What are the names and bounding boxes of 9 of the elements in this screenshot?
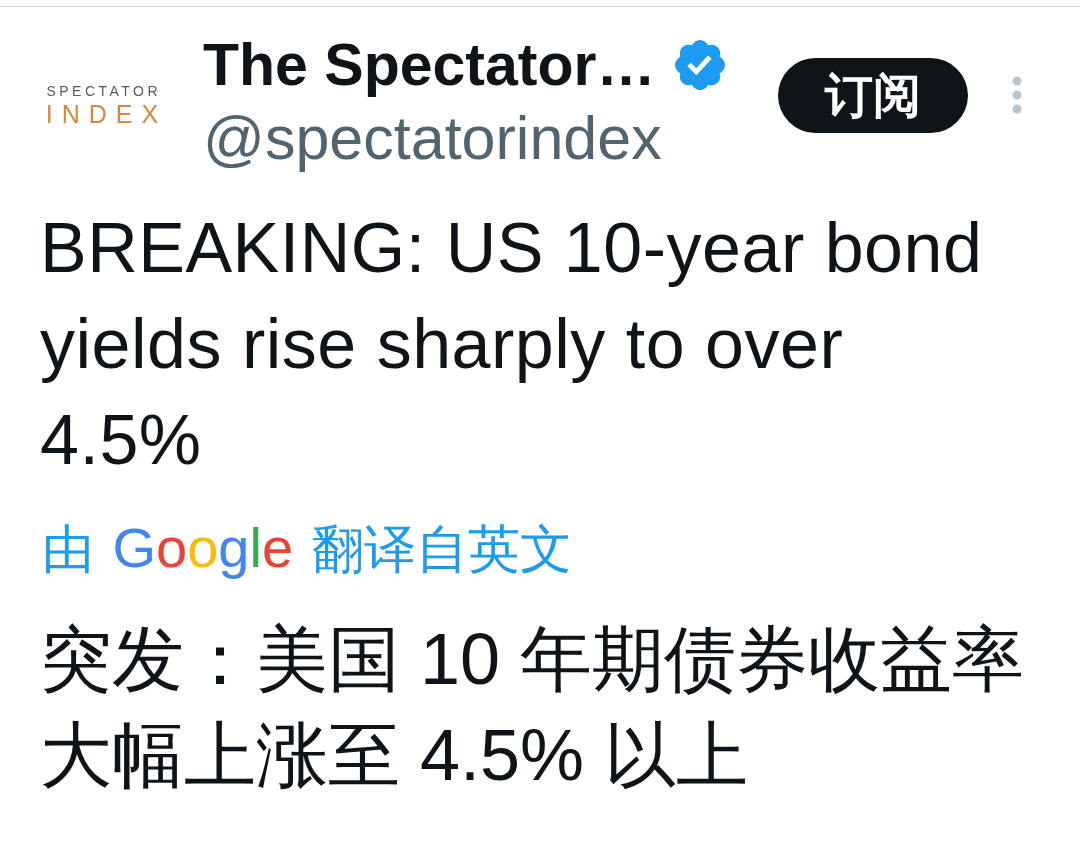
translation-credit: 由 Google 翻译自英文 <box>42 516 572 581</box>
logo-subtitle: INDEX <box>44 101 168 127</box>
logo-title: SPECTATOR <box>45 83 162 98</box>
tweet-text: BREAKING: US 10-year bond yields rise sharply to over 4.5% <box>40 208 984 481</box>
more-icon[interactable] <box>1012 76 1022 114</box>
account-handle[interactable]: @spectatorindex <box>203 103 662 173</box>
translated-text: 突发：美国 10 年期债券收益率大幅上涨至 4.5% 以上 <box>40 618 1026 797</box>
display-name[interactable]: The Spectator… <box>203 30 656 100</box>
subscribe-button[interactable]: 订阅 <box>778 58 968 133</box>
